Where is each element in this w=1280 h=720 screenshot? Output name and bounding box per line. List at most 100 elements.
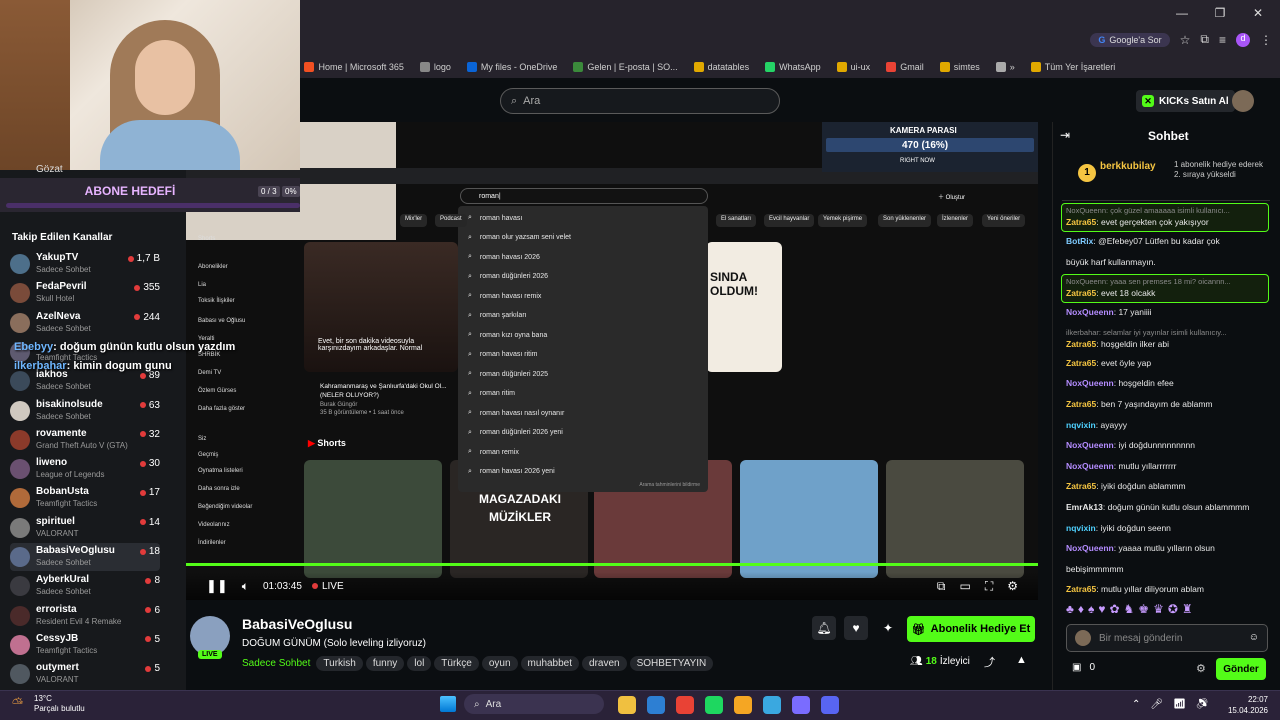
chat-username[interactable]: BotRix (1066, 236, 1093, 246)
notify-bell-button[interactable]: 🔔︎ (812, 616, 836, 640)
sidebar-channel[interactable]: liweno League of Legends 30 (10, 455, 160, 483)
menu-icon[interactable]: ≡ (1219, 33, 1226, 47)
chat-input[interactable]: Bir mesaj gönderin ☺ (1066, 624, 1268, 652)
theater-icon[interactable]: ▭ (959, 579, 970, 593)
follow-heart-button[interactable]: ♥ (844, 616, 868, 640)
collapse-chat-icon[interactable]: ⇥ (1060, 128, 1070, 142)
star-icon[interactable]: ☆ (1180, 33, 1191, 47)
chat-username[interactable]: nqvixin (1066, 420, 1096, 430)
settings-icon[interactable]: ⚙ (1007, 579, 1018, 593)
yt-chip: Podcast (435, 214, 467, 227)
bookmark-item[interactable]: Gelen | E-posta | SO... (565, 62, 685, 72)
spotify-icon[interactable] (705, 696, 723, 714)
stream-tag[interactable]: muhabbet (520, 656, 580, 671)
points-counter[interactable]: ▣ 0 (1072, 662, 1095, 673)
minimize-icon[interactable]: — (1172, 6, 1192, 20)
chat-text: iyiki doğdun seenn (1100, 522, 1171, 533)
maximize-icon[interactable]: ❐ (1210, 6, 1230, 20)
search-input[interactable]: ⌕ Ara (500, 88, 780, 114)
chat-username[interactable]: Zatra65 (1066, 288, 1096, 298)
chat-username[interactable]: EmrAk13 (1066, 502, 1103, 512)
stream-tag[interactable]: Türkçe (434, 656, 479, 671)
chat-username[interactable]: nqvixin (1066, 523, 1096, 533)
sidebar-channel[interactable]: errorista Resident Evil 4 Remake 6 (10, 602, 160, 630)
emote-bar[interactable]: ♣♦♠♥✿♞♚♛✪♜ (1066, 602, 1266, 618)
stream-tag[interactable]: draven (582, 656, 627, 671)
vscode-icon[interactable] (792, 696, 810, 714)
discord-icon[interactable] (821, 696, 839, 714)
close-icon[interactable]: ✕ (1248, 6, 1268, 20)
gift-sub-button[interactable]: 🎁︎ Abonelik Hediye Et (907, 616, 1035, 642)
chrome-alt-icon[interactable] (734, 696, 752, 714)
chat-username[interactable]: NoxQueenn (1066, 307, 1114, 317)
github-icon[interactable] (763, 696, 781, 714)
channel-name[interactable]: BabasiVeOglusu (242, 616, 352, 632)
bookmark-item[interactable]: Tüm Yer İşaretleri (1023, 62, 1124, 72)
boost-button[interactable]: ✦ (876, 616, 900, 640)
stream-tag[interactable]: funny (365, 656, 405, 671)
extensions-icon[interactable]: ⧉ (1200, 32, 1209, 47)
bookmark-item[interactable]: Gmail (878, 62, 932, 72)
start-icon[interactable] (440, 696, 456, 712)
sidebar-channel[interactable]: outymert VALORANT 5 (10, 660, 160, 688)
stream-tag[interactable]: oyun (481, 656, 518, 671)
bookmark-item[interactable]: simtes (932, 62, 988, 72)
more-icon[interactable]: ⋮ (1260, 33, 1272, 47)
volume-icon[interactable]: 🔈︎ (242, 579, 249, 594)
report-icon[interactable]: ▲ (1016, 654, 1027, 666)
send-button[interactable]: Gönder (1216, 658, 1266, 680)
chat-username[interactable]: NoxQueenn (1066, 378, 1114, 388)
sidebar-channel[interactable]: YakupTV Sadece Sohbet 1,7 B (10, 250, 160, 278)
yt-side-item: İndirilenler (198, 540, 226, 546)
sidebar-channel[interactable]: rovamente Grand Theft Auto V (GTA) 32 (10, 426, 160, 454)
chat-username[interactable]: Zatra65 (1066, 217, 1096, 227)
bookmark-item[interactable]: ui-ux (829, 62, 879, 72)
chat-username[interactable]: NoxQueenn (1066, 543, 1114, 553)
chat-username[interactable]: Zatra65 (1066, 358, 1096, 368)
sidebar-channel[interactable]: spirituel VALORANT 14 (10, 514, 160, 542)
chat-username[interactable]: Zatra65 (1066, 584, 1096, 594)
progress-bar[interactable] (186, 563, 1038, 566)
kamera-widget: KAMERA PARASI 470 (16%) RIGHT NOW (822, 122, 1038, 172)
bookmark-item[interactable]: Home | Microsoft 365 (296, 62, 411, 72)
channel-viewers: 1,7 B (127, 253, 160, 264)
pause-icon[interactable]: ❚❚ (206, 578, 228, 594)
file-explorer-icon[interactable] (618, 696, 636, 714)
stream-tag[interactable]: lol (407, 656, 432, 671)
chat-username[interactable]: NoxQueenn (1066, 461, 1114, 471)
chrome-icon[interactable] (676, 696, 694, 714)
stream-tag[interactable]: Turkish (316, 656, 363, 671)
bookmark-item[interactable]: logo (412, 62, 459, 72)
sidebar-channel[interactable]: FedaPevril Skull Hotel 355 (10, 279, 160, 307)
taskbar-search[interactable]: ⌕ Ara (464, 694, 604, 714)
bookmark-item[interactable]: My files - OneDrive (459, 62, 566, 72)
pinned-user[interactable]: berkkubilay (1100, 161, 1156, 172)
sidebar-channel[interactable]: AyberkUral Sadece Sohbet 8 (10, 572, 160, 600)
stream-category[interactable]: Sadece Sohbet (242, 658, 310, 669)
bookmark-item[interactable]: WhatsApp (757, 62, 829, 72)
clock[interactable]: 22:07 15.04.2026 (1218, 694, 1268, 716)
chat-username[interactable]: NoxQueenn (1066, 440, 1114, 450)
sidebar-channel[interactable]: bisakinolsude Sadece Sohbet 63 (10, 397, 160, 425)
fullscreen-icon[interactable]: ⛶ (985, 579, 993, 594)
share-icon[interactable]: ⤴ (984, 654, 995, 670)
profile-avatar[interactable]: d (1236, 32, 1250, 47)
sidebar-channel[interactable]: BobanUsta Teamfight Tactics 17 (10, 484, 160, 512)
chat-settings-icon[interactable]: ⚙ (1196, 662, 1206, 675)
chat-username[interactable]: Zatra65 (1066, 481, 1096, 491)
stream-tag[interactable]: SOHBETYAYIN (629, 656, 714, 671)
sidebar-channel[interactable]: CessyJB Teamfight Tactics 5 (10, 631, 160, 659)
sidebar-channel[interactable]: AzelNeva Sadece Sohbet 244 (10, 309, 160, 337)
bookmark-item[interactable]: datatables (686, 62, 758, 72)
user-avatar[interactable] (1232, 90, 1254, 112)
google-ask-button[interactable]: G Google'a Sor (1090, 32, 1170, 47)
emoji-icon[interactable]: ☺ (1249, 632, 1259, 643)
buy-kicks-button[interactable]: ✕ KICKs Satın Al (1136, 90, 1235, 112)
sidebar-channel[interactable]: BabasiVeOglusu Sadece Sohbet 18 (10, 543, 160, 571)
pip-icon[interactable]: ⧉ (937, 579, 946, 594)
bookmark-item[interactable]: » (988, 62, 1023, 72)
chat-username[interactable]: Zatra65 (1066, 339, 1096, 349)
channel-avatar (10, 664, 30, 685)
store-icon[interactable] (647, 696, 665, 714)
chat-username[interactable]: Zatra65 (1066, 399, 1096, 409)
